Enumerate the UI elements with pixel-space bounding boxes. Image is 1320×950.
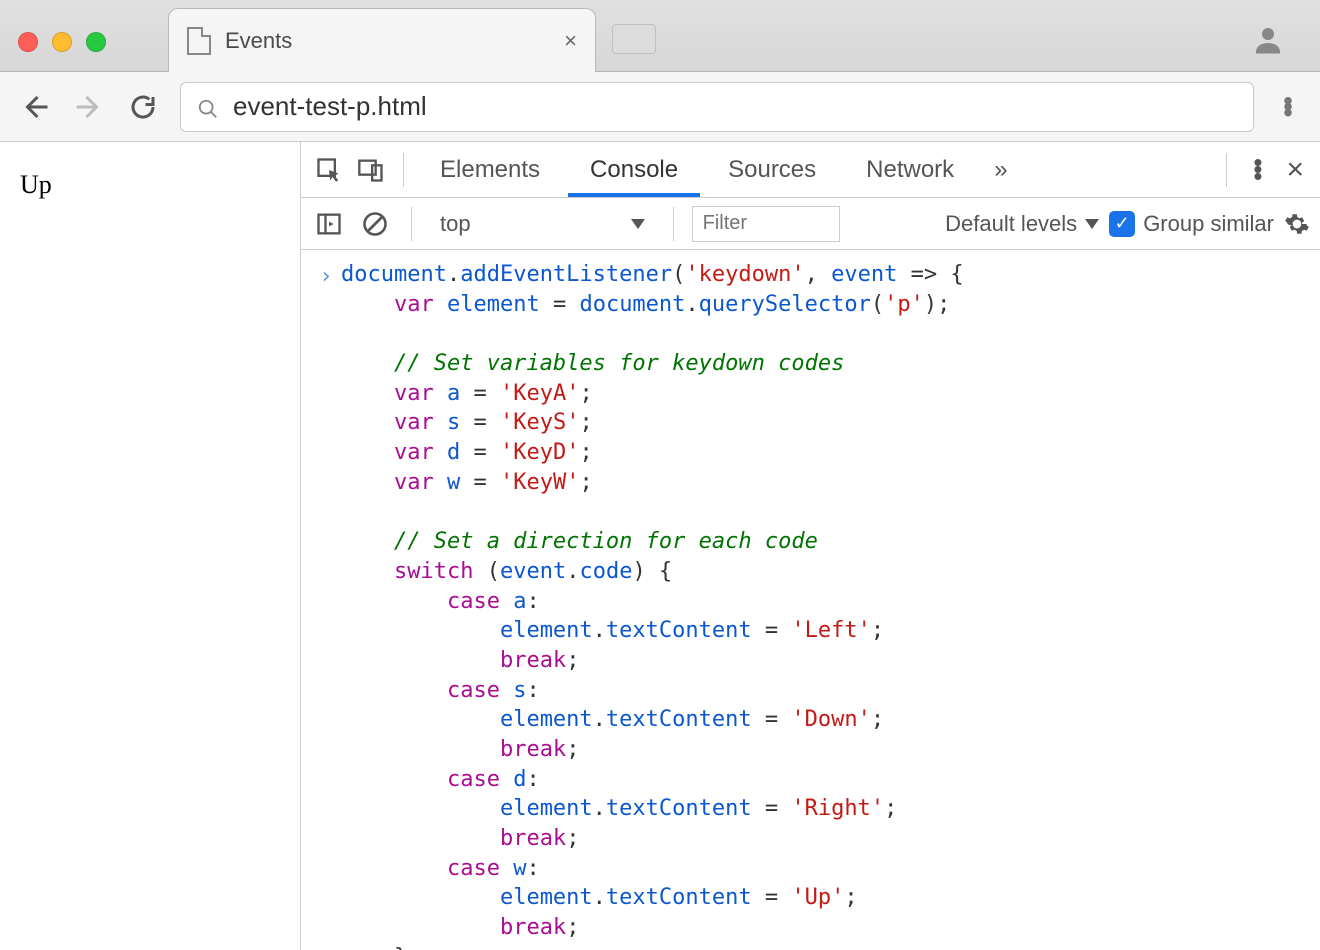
tab-console[interactable]: Console [568,142,700,197]
window-controls [18,32,106,52]
separator [673,207,674,241]
reload-button[interactable] [126,90,160,124]
search-icon [197,96,219,118]
console-prompt-icon: › [311,260,341,950]
tab-sources[interactable]: Sources [706,142,838,197]
tab-elements[interactable]: Elements [418,142,562,197]
profile-avatar-icon[interactable] [1250,22,1286,58]
address-bar[interactable]: event-test-p.html [180,82,1254,132]
devtools-tabs: Elements Console Sources Network » ••• × [301,142,1320,198]
device-toolbar-icon[interactable] [353,152,389,188]
checkbox-checked-icon: ✓ [1109,211,1135,237]
chrome-menu-button[interactable]: ••• [1274,98,1302,116]
tab-network[interactable]: Network [844,142,976,197]
tab-title: Events [225,28,292,54]
page-icon [187,27,211,55]
clear-console-icon[interactable] [357,206,393,242]
console-sidebar-toggle-icon[interactable] [311,206,347,242]
chevron-down-icon [631,219,645,229]
page-paragraph: Up [20,170,280,200]
forward-button[interactable] [72,90,106,124]
devtools-close-button[interactable]: × [1280,153,1310,187]
browser-tab[interactable]: Events × [168,8,596,72]
address-bar-text: event-test-p.html [233,91,427,122]
console-code: document.addEventListener('keydown', eve… [341,260,964,950]
browser-toolbar: event-test-p.html ••• [0,72,1320,142]
new-tab-button[interactable] [612,24,656,54]
log-levels-selector[interactable]: Default levels [945,211,1099,237]
inspect-element-icon[interactable] [311,152,347,188]
window-titlebar: Events × [0,0,1320,72]
tab-close-icon[interactable]: × [564,30,577,52]
group-similar-label: Group similar [1143,211,1274,237]
tabs-overflow-icon[interactable]: » [982,156,1019,184]
context-selector[interactable]: top [430,211,655,237]
window-close-button[interactable] [18,32,38,52]
context-selector-label: top [440,211,471,237]
window-zoom-button[interactable] [86,32,106,52]
separator [1226,153,1227,187]
console-toolbar: top Default levels ✓ Group similar [301,198,1320,250]
window-minimize-button[interactable] [52,32,72,52]
console-output[interactable]: › document.addEventListener('keydown', e… [301,250,1320,950]
separator [411,207,412,241]
group-similar-toggle[interactable]: ✓ Group similar [1109,211,1274,237]
page-content: Up [0,142,300,950]
devtools-panel: Elements Console Sources Network » ••• ×… [300,142,1320,950]
devtools-menu-button[interactable]: ••• [1253,159,1262,180]
separator [403,153,404,187]
back-button[interactable] [18,90,52,124]
console-settings-icon[interactable] [1284,211,1310,237]
console-input-row: › document.addEventListener('keydown', e… [301,260,1320,950]
console-filter-input[interactable] [692,206,840,242]
chevron-down-icon [1085,219,1099,229]
log-levels-label: Default levels [945,211,1077,237]
